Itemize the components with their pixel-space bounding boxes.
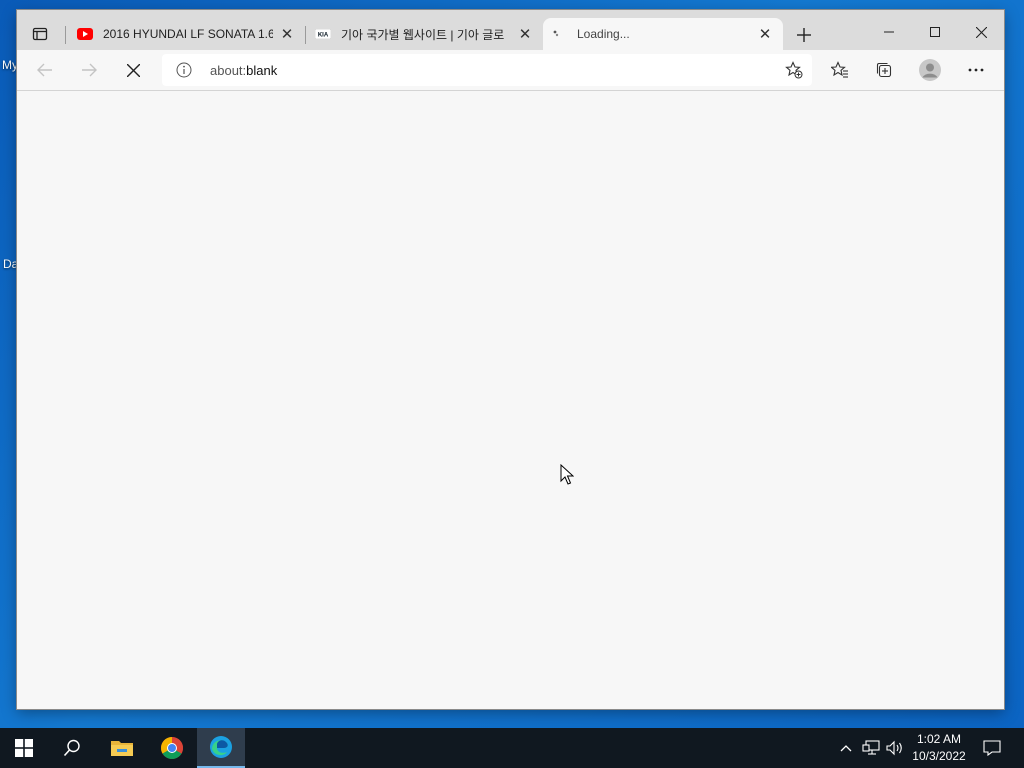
new-tab-button[interactable] — [791, 22, 817, 48]
tab-separator — [305, 26, 306, 44]
tab-title: Loading... — [577, 27, 630, 41]
search-button[interactable] — [48, 728, 96, 768]
edge-button[interactable] — [197, 728, 245, 768]
tab-kia[interactable]: KIA 기아 국가별 웹사이트 | 기아 글로 ✕ — [307, 18, 543, 50]
edge-icon — [210, 736, 232, 758]
tab-separator — [65, 26, 66, 44]
url-text[interactable]: about:blank — [210, 63, 277, 78]
youtube-icon — [77, 26, 93, 42]
loading-spinner-icon — [551, 26, 567, 42]
info-icon[interactable] — [176, 62, 192, 83]
url-path: blank — [246, 63, 278, 78]
start-button[interactable] — [0, 728, 48, 768]
plus-icon — [797, 28, 811, 42]
close-window-button[interactable] — [958, 18, 1004, 46]
tab-close-button[interactable]: ✕ — [755, 24, 775, 44]
tab-title: 2016 HYUNDAI LF SONATA 1.6 T — [103, 27, 273, 41]
tab-close-button[interactable]: ✕ — [277, 24, 297, 44]
page-content[interactable] — [17, 91, 1004, 709]
chrome-icon — [161, 737, 183, 759]
clock[interactable]: 1:02 AM 10/3/2022 — [904, 731, 974, 765]
notification-icon — [983, 740, 1001, 756]
collections-icon — [876, 62, 892, 78]
file-explorer-button[interactable] — [98, 728, 146, 768]
star-add-icon — [785, 61, 803, 79]
add-favorite-button[interactable] — [782, 58, 806, 82]
close-icon — [975, 26, 987, 38]
clock-date: 10/3/2022 — [912, 749, 966, 763]
clock-time: 1:02 AM — [916, 732, 962, 746]
mouse-cursor-icon — [560, 463, 575, 491]
minimize-icon — [884, 31, 894, 33]
chrome-button[interactable] — [148, 728, 196, 768]
maximize-icon — [930, 27, 940, 37]
more-icon — [968, 68, 984, 72]
favorites-button[interactable] — [824, 55, 856, 85]
desktop-icon-label-my-computer[interactable]: My — [2, 58, 18, 72]
settings-more-button[interactable] — [960, 55, 992, 85]
avatar-icon — [919, 59, 941, 81]
close-icon — [126, 63, 140, 77]
action-center-button[interactable] — [978, 728, 1006, 768]
chevron-up-icon — [840, 745, 852, 752]
network-icon — [862, 740, 880, 755]
forward-button[interactable] — [73, 55, 105, 85]
back-arrow-icon — [37, 63, 52, 77]
kia-icon: KIA — [315, 26, 331, 42]
tab-loading[interactable]: Loading... ✕ — [543, 18, 783, 50]
browser-window: 2016 HYUNDAI LF SONATA 1.6 T ✕ KIA 기아 국가… — [17, 10, 1004, 709]
svg-text:KIA: KIA — [318, 33, 329, 39]
title-bar: 2016 HYUNDAI LF SONATA 1.6 T ✕ KIA 기아 국가… — [17, 10, 1004, 50]
tab-close-button[interactable]: ✕ — [515, 24, 535, 44]
windows-logo-icon — [15, 739, 33, 757]
stop-loading-button[interactable] — [117, 55, 149, 85]
network-button[interactable] — [860, 728, 882, 768]
maximize-button[interactable] — [912, 18, 958, 46]
back-button[interactable] — [29, 55, 61, 85]
address-bar[interactable]: about:blank — [162, 54, 812, 86]
search-icon — [63, 739, 80, 757]
tab-title: 기아 국가별 웹사이트 | 기아 글로 — [341, 27, 505, 42]
forward-arrow-icon — [82, 63, 97, 77]
volume-button[interactable] — [884, 728, 906, 768]
tab-actions-icon — [32, 27, 48, 41]
profile-button[interactable] — [914, 55, 946, 85]
taskbar: 1:02 AM 10/3/2022 — [0, 728, 1024, 768]
favorites-icon — [831, 61, 848, 78]
minimize-button[interactable] — [866, 18, 912, 46]
navigation-toolbar: about:blank — [17, 50, 1004, 91]
tab-youtube[interactable]: 2016 HYUNDAI LF SONATA 1.6 T ✕ — [69, 18, 305, 50]
tab-actions-menu-button[interactable] — [23, 18, 57, 50]
show-hidden-icons-button[interactable] — [836, 728, 856, 768]
collections-button[interactable] — [868, 55, 900, 85]
url-scheme: about: — [210, 63, 247, 78]
speaker-icon — [886, 740, 902, 756]
folder-icon — [111, 741, 133, 756]
